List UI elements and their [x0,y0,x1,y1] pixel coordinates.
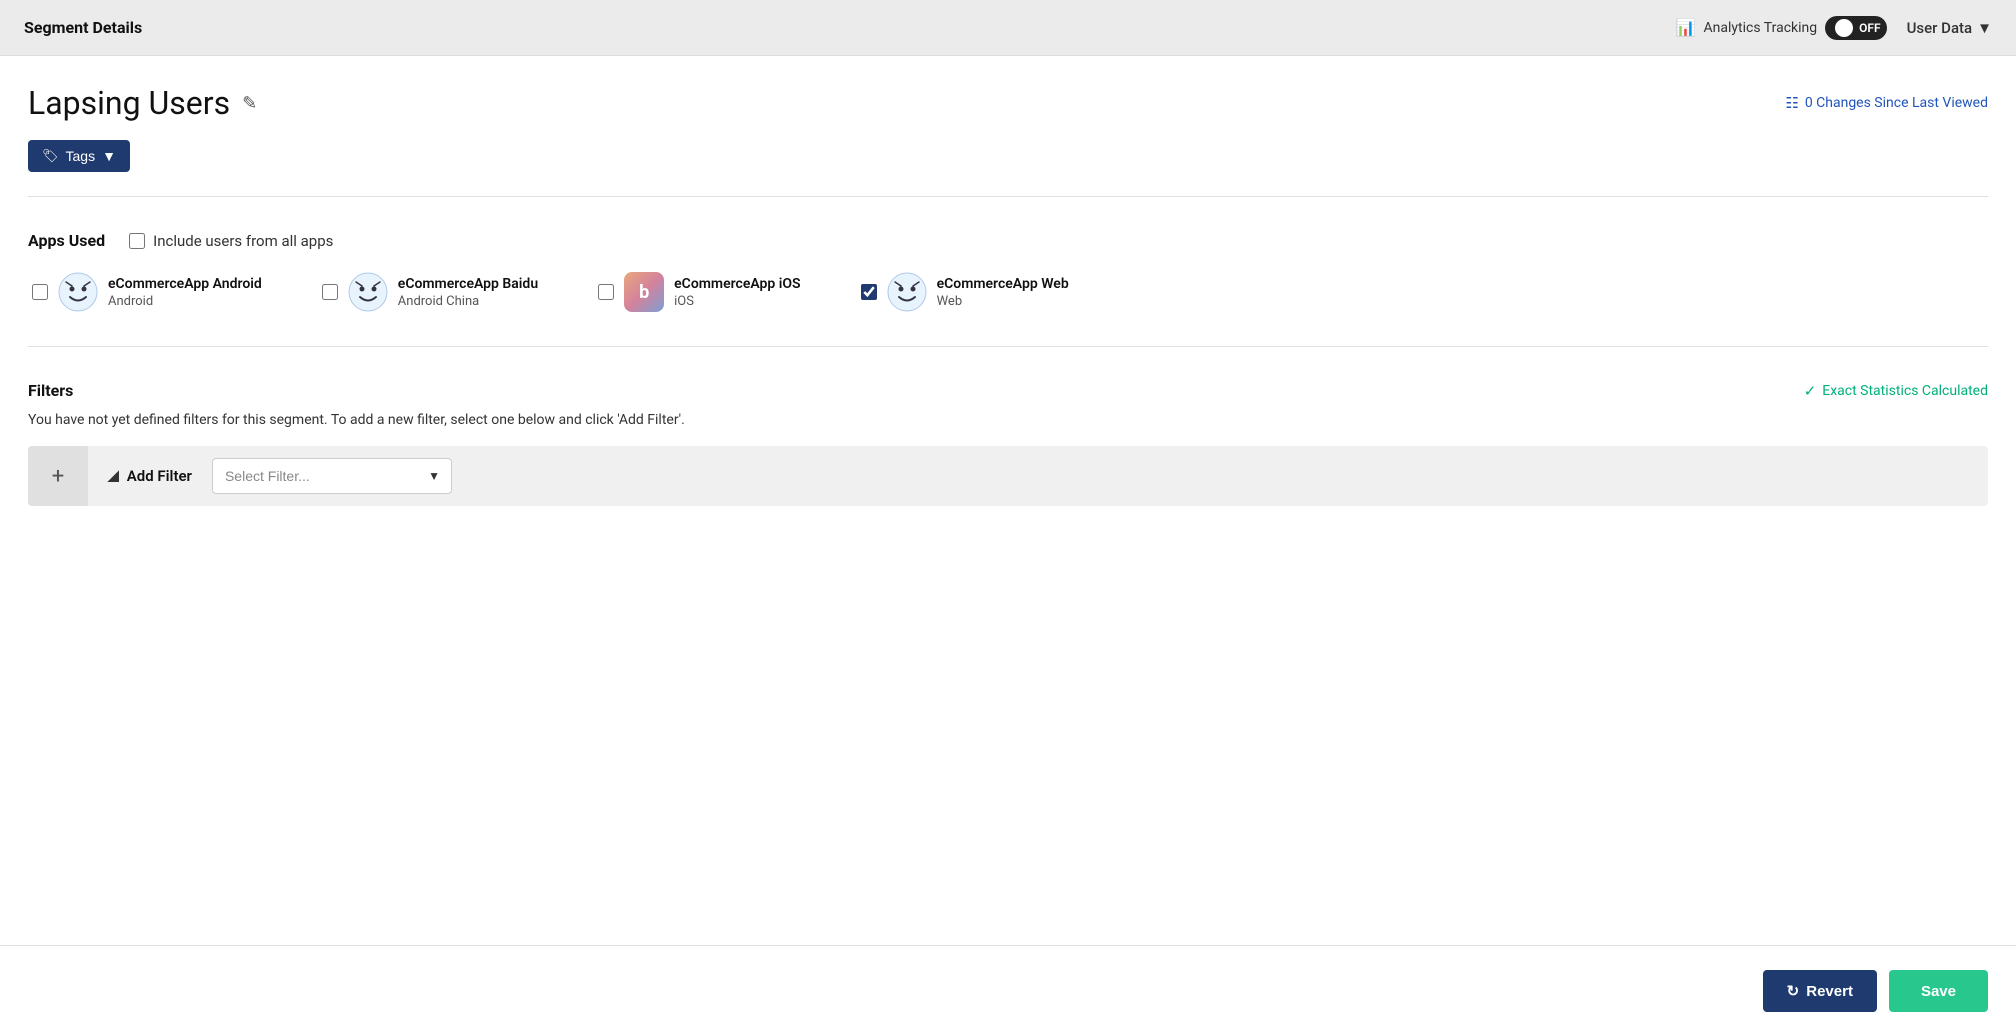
top-bar-title: Segment Details [24,18,142,37]
app-android-name: eCommerceApp Android [108,276,262,292]
list-item: eCommerceApp Baidu Android China [322,272,538,312]
include-all-checkbox[interactable] [129,233,145,249]
app-baidu-checkbox[interactable] [322,284,338,300]
filters-header: Filters ✓ Exact Statistics Calculated [28,381,1988,400]
app-ios-platform: iOS [674,294,800,309]
checkmark-icon: ✓ [1804,382,1817,400]
app-android-info: eCommerceApp Android Android [108,276,262,309]
list-icon: ☷ [1785,94,1798,112]
list-item: eCommerceApp Android Android [32,272,262,312]
add-filter-plus-button[interactable]: + [28,446,88,506]
save-button[interactable]: Save [1889,970,1988,1012]
app-baidu-platform: Android China [398,294,538,309]
app-web-info: eCommerceApp Web Web [937,276,1069,309]
add-filter-bar: + ◢ Add Filter Select Filter... ▼ [28,446,1988,506]
analytics-icon: 📊 [1676,18,1696,37]
tag-icon: 🏷 [42,148,59,164]
filter-select[interactable]: Select Filter... [212,458,452,494]
app-web-platform: Web [937,294,1069,309]
top-bar: Segment Details 📊 Analytics Tracking OFF… [0,0,2016,56]
tags-label: Tags [66,148,96,164]
edit-icon[interactable]: ✎ [242,93,257,114]
app-web-logo [887,272,927,312]
add-filter-button[interactable]: ◢ Add Filter [88,467,212,485]
exact-stats-label: Exact Statistics Calculated [1822,383,1988,399]
chevron-down-icon: ▼ [1977,19,1992,37]
app-web-name: eCommerceApp Web [937,276,1069,292]
page-title-row: Lapsing Users ✎ [28,84,257,122]
app-baidu-name: eCommerceApp Baidu [398,276,538,292]
divider-2 [28,346,1988,347]
app-android-platform: Android [108,294,262,309]
include-all-text: Include users from all apps [153,232,333,250]
add-filter-label: Add Filter [127,467,192,485]
user-data-button[interactable]: User Data ▼ [1907,19,1992,37]
toggle-state: OFF [1859,21,1880,35]
revert-button[interactable]: ↻ Revert [1763,970,1877,1012]
main-content: Lapsing Users ✎ ☷ 0 Changes Since Last V… [0,56,2016,1036]
app-ios-logo: b [624,272,664,312]
filters-section: Filters ✓ Exact Statistics Calculated Yo… [28,363,1988,532]
divider-1 [28,196,1988,197]
tags-chevron-icon: ▼ [102,148,116,164]
app-android-logo [58,272,98,312]
tags-button[interactable]: 🏷 Tags ▼ [28,140,130,172]
app-baidu-logo [348,272,388,312]
changes-label: 0 Changes Since Last Viewed [1805,95,1988,111]
app-android-checkbox[interactable] [32,284,48,300]
toggle-circle [1835,19,1853,37]
revert-label: Revert [1806,983,1853,1000]
filter-select-wrapper: Select Filter... ▼ [212,458,452,494]
app-baidu-info: eCommerceApp Baidu Android China [398,276,538,309]
changes-link[interactable]: ☷ 0 Changes Since Last Viewed [1785,94,1988,112]
apps-used-section: Apps Used Include users from all apps [28,213,1988,330]
page-title: Lapsing Users [28,84,230,122]
app-ios-name: eCommerceApp iOS [674,276,800,292]
filters-label: Filters [28,381,73,400]
list-item: b eCommerceApp iOS iOS [598,272,800,312]
revert-icon: ↻ [1787,982,1800,1000]
analytics-label: Analytics Tracking [1704,20,1818,36]
analytics-tracking: 📊 Analytics Tracking OFF [1676,16,1887,40]
filters-description: You have not yet defined filters for thi… [28,412,1988,428]
exact-stats: ✓ Exact Statistics Calculated [1804,382,1988,400]
page-header: Lapsing Users ✎ ☷ 0 Changes Since Last V… [28,84,1988,122]
top-bar-right: 📊 Analytics Tracking OFF User Data ▼ [1676,16,1992,40]
list-item: eCommerceApp Web Web [861,272,1069,312]
user-data-label: User Data [1907,19,1973,37]
apps-header: Apps Used Include users from all apps [28,231,1988,250]
app-ios-info: eCommerceApp iOS iOS [674,276,800,309]
apps-label: Apps Used [28,231,105,250]
analytics-toggle[interactable]: OFF [1825,16,1886,40]
bottom-actions: ↻ Revert Save [0,945,2016,1036]
apps-grid: eCommerceApp Android Android eCommerceAp… [32,272,1988,312]
include-all-label[interactable]: Include users from all apps [129,232,333,250]
save-label: Save [1921,983,1956,1000]
app-ios-checkbox[interactable] [598,284,614,300]
app-web-checkbox[interactable] [861,284,877,300]
filter-icon: ◢ [108,468,119,484]
